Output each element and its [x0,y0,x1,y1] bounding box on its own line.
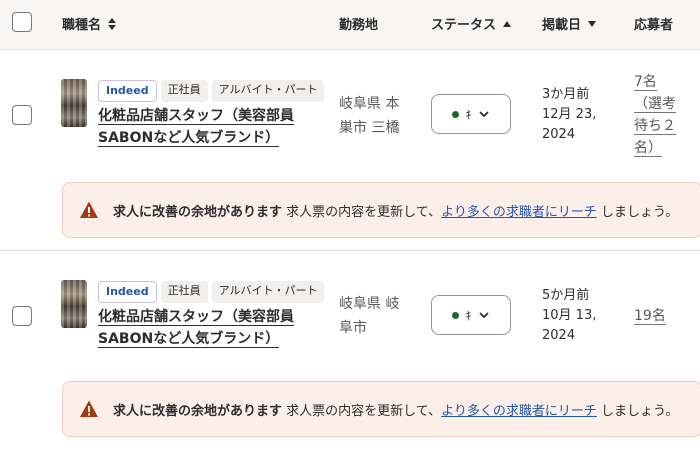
applicants-count: 19名 [634,308,666,325]
posted-year: 2024 [542,127,576,142]
select-all-checkbox[interactable] [12,12,32,32]
posted-relative: 5か月前 [542,288,590,303]
notice-heading: 求人に改善の余地があります [113,403,283,419]
job-title-link[interactable]: 化粧品店舗スタッフ（美容部員 SABONなど人気ブランド） [98,306,328,350]
job-badges: Indeed 正社員 アルバイト・パート [98,281,325,303]
applicants-link[interactable]: 19名 [634,305,696,327]
warning-triangle-icon [80,201,98,218]
job-title-line: SABONなど人気ブランド） [98,331,280,348]
applicants-pending: 待ち２ [634,118,676,135]
job-title-line: 化粧品店舗スタッフ（美容部員 [98,108,294,125]
chevron-down-icon [478,312,489,319]
location-line: 岐阜県 本 [339,96,400,112]
improvement-notice: 求人に改善の余地があります 求人票の内容を更新して、より多くの求職者にリーチ し… [62,182,700,238]
caret-down-icon [588,20,597,27]
posted-date-line: 12月 23, [542,107,597,122]
chevron-down-icon [478,111,489,118]
table-header: 職種名 勤務地 ステータス 掲載日 応募者 [0,0,700,50]
notice-suffix: しましょう。 [601,403,679,419]
location-line: 岐阜県 岐 [339,296,400,312]
posted-relative: 3か月前 [542,87,590,102]
status-dropdown[interactable]: ｷ [431,295,511,335]
job-title-line: 化粧品店舗スタッフ（美容部員 [98,309,294,326]
employment-type-badge: アルバイト・パート [211,281,325,303]
employment-type-badge: 正社員 [160,281,208,303]
status-dot-icon [452,110,460,118]
status-label: ｷ [465,107,472,122]
applicants-pending: （選考 [634,96,676,113]
indeed-badge: Indeed [98,281,157,303]
posted-date: 3か月前 12月 23, 2024 [542,85,614,145]
status-label: ｷ [465,308,472,323]
warning-triangle-icon [80,400,98,417]
notice-text: 求人票の内容を更新して、 [286,204,442,220]
notice-text: 求人票の内容を更新して、 [286,403,442,419]
applicants-link[interactable]: 7名 （選考 待ち２ 名） [634,71,696,159]
job-title-link[interactable]: 化粧品店舗スタッフ（美容部員 SABONなど人気ブランド） [98,105,328,149]
notice-suffix: しましょう。 [601,204,679,220]
column-location-label: 勤務地 [339,18,379,33]
table-row: Indeed 正社員 アルバイト・パート 化粧品店舗スタッフ（美容部員 SABO… [0,251,700,451]
job-thumbnail [61,280,87,328]
job-title-line: SABONなど人気ブランド） [98,130,280,147]
table-row: Indeed 正社員 アルバイト・パート 化粧品店舗スタッフ（美容部員 SABO… [0,50,700,250]
job-thumbnail [61,79,87,127]
job-location: 岐阜県 本 巣市 三橋 [339,92,411,140]
caret-up-icon [503,20,512,27]
posted-date: 5か月前 10月 13, 2024 [542,286,614,346]
column-job-title-label: 職種名 [62,18,102,33]
column-job-title[interactable]: 職種名 [62,14,117,33]
column-status[interactable]: ステータス [431,14,512,33]
applicants-count: 7名 [634,74,657,91]
column-applicants-label: 応募者 [634,18,674,33]
column-location: 勤務地 [339,14,378,33]
column-applicants: 応募者 [634,14,673,33]
location-line: 阜市 [339,320,367,336]
indeed-badge: Indeed [98,80,157,102]
column-posted[interactable]: 掲載日 [542,14,597,33]
posted-year: 2024 [542,328,576,343]
sort-both-icon [108,17,117,30]
row-checkbox[interactable] [12,105,32,125]
job-location: 岐阜県 岐 阜市 [339,292,411,340]
employment-type-badge: アルバイト・パート [211,80,325,102]
column-posted-label: 掲載日 [542,18,582,33]
applicants-pending: 名） [634,140,662,157]
notice-heading: 求人に改善の余地があります [113,204,283,220]
location-line: 巣市 三橋 [339,120,400,136]
row-checkbox[interactable] [12,306,32,326]
column-status-label: ステータス [431,18,497,33]
notice-link[interactable]: より多くの求職者にリーチ [441,205,597,220]
notice-link[interactable]: より多くの求職者にリーチ [441,404,597,419]
status-dropdown[interactable]: ｷ [431,94,511,134]
improvement-notice: 求人に改善の余地があります 求人票の内容を更新して、より多くの求職者にリーチ し… [62,381,700,437]
job-badges: Indeed 正社員 アルバイト・パート [98,80,325,102]
employment-type-badge: 正社員 [160,80,208,102]
posted-date-line: 10月 13, [542,308,597,323]
status-dot-icon [452,311,460,319]
